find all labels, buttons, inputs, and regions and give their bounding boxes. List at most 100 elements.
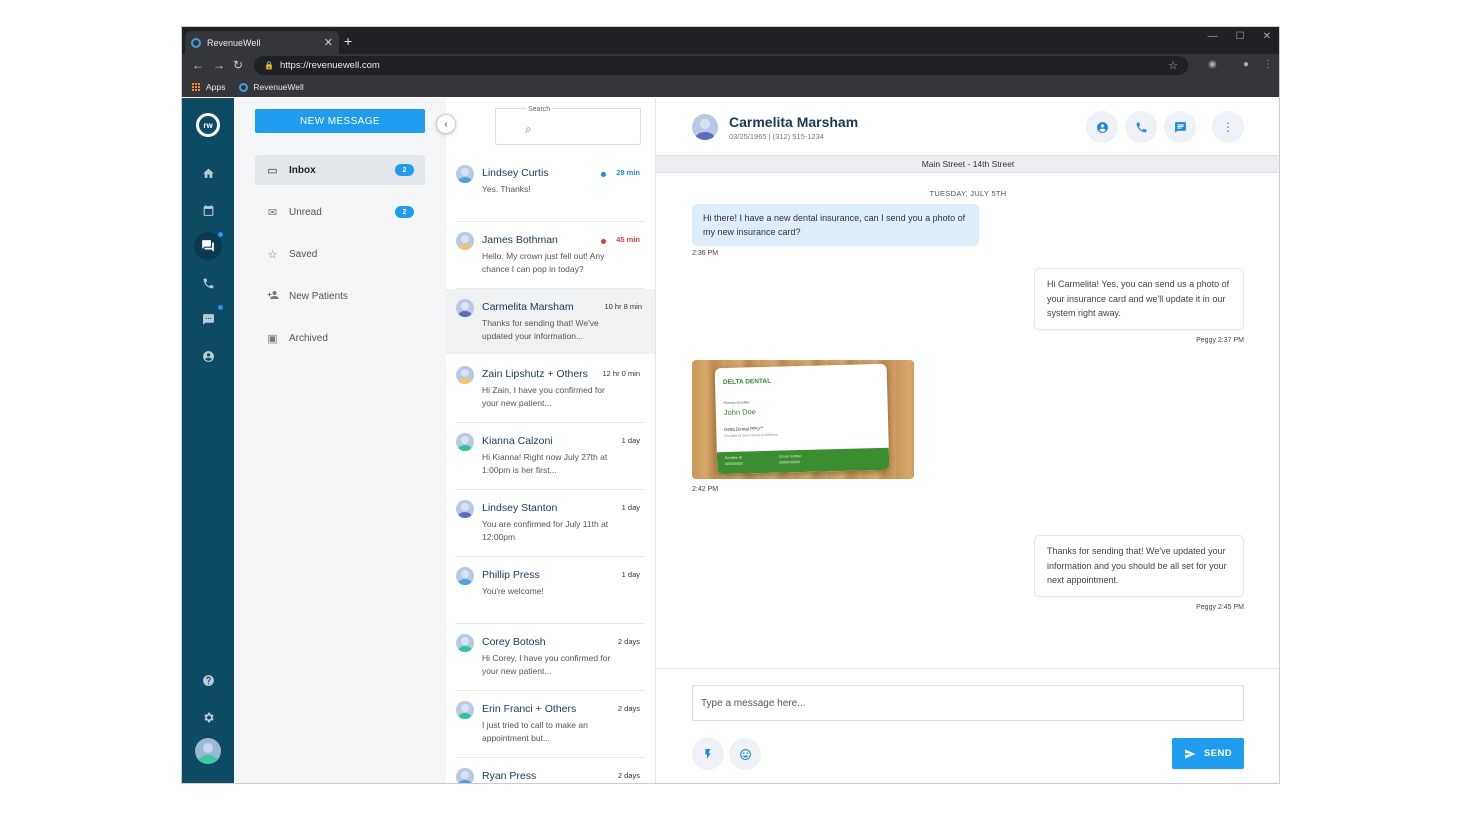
- send-button[interactable]: SEND: [1172, 738, 1244, 769]
- incoming-message: Hi there! I have a new dental insurance,…: [692, 204, 979, 246]
- quick-reply-bolt-icon[interactable]: [692, 738, 724, 770]
- insurance-card-photo[interactable]: DELTA DENTAL Primary Enrollee John Doe D…: [692, 360, 914, 479]
- timestamp: 1 day: [621, 436, 640, 445]
- card-provider: Provided by Delta Dental of California: [724, 432, 778, 439]
- avatar: [456, 768, 474, 783]
- avatar: [456, 634, 474, 652]
- account-icon[interactable]: [196, 344, 220, 368]
- maximize-icon[interactable]: ☐: [1236, 31, 1245, 42]
- list-item[interactable]: Ryan Press 2 days: [456, 758, 644, 783]
- avatar: [456, 433, 474, 451]
- close-tab-icon[interactable]: ✕: [324, 36, 333, 49]
- minimize-icon[interactable]: —: [1208, 31, 1218, 42]
- folder-label: New Patients: [289, 290, 348, 302]
- contact-name: Kianna Calzoni: [482, 435, 553, 447]
- menu-kebab-icon[interactable]: ⋮: [1263, 59, 1273, 70]
- bookmark-apps[interactable]: Apps: [192, 82, 225, 92]
- folder-saved[interactable]: ☆ Saved: [255, 239, 425, 269]
- search-icon: ⌕: [525, 122, 532, 136]
- list-item[interactable]: Kianna Calzoni 1 day Hi Kianna! Right no…: [456, 423, 644, 490]
- profile-icon[interactable]: ●: [1243, 59, 1249, 70]
- folder-label: Saved: [289, 248, 318, 260]
- user-avatar[interactable]: [195, 738, 221, 764]
- sms-icon[interactable]: [196, 307, 220, 331]
- search-field[interactable]: Search ⌕: [495, 106, 641, 145]
- count-badge: 2: [395, 164, 414, 176]
- message-time: 2:42 PM: [692, 486, 719, 493]
- add-person-icon: [266, 289, 279, 304]
- close-window-icon[interactable]: ✕: [1263, 31, 1271, 42]
- folder-archived[interactable]: ▣ Archived: [255, 323, 425, 353]
- avatar: [456, 567, 474, 585]
- gear-icon[interactable]: [196, 705, 220, 729]
- card-brand: DELTA DENTAL: [722, 377, 772, 387]
- composer-divider: [656, 668, 1279, 669]
- reload-icon[interactable]: ↻: [233, 58, 243, 72]
- chat-pane: Carmelita Marsham 03/25/1965 | (312) 515…: [656, 98, 1279, 783]
- archive-icon: ▣: [267, 332, 278, 345]
- timestamp: 2 days: [617, 771, 640, 780]
- message-preview: Thanks for sending that! We've updated y…: [482, 318, 599, 341]
- card-group-label: Group number: [778, 454, 802, 459]
- browser-tab[interactable]: RevenueWell ✕: [185, 31, 339, 54]
- list-item-active[interactable]: Carmelita Marsham 10 hr 8 min Thanks for…: [446, 289, 655, 354]
- rw-logo[interactable]: rw: [196, 113, 220, 137]
- extension-icon[interactable]: ◉: [1208, 59, 1217, 70]
- emoji-icon[interactable]: [729, 738, 761, 770]
- timestamp: 10 hr 8 min: [604, 302, 642, 311]
- timestamp: 2 days: [617, 637, 640, 646]
- browser-window: RevenueWell ✕ + — ☐ ✕ ← → ↻ 🔒 https://re…: [181, 26, 1280, 784]
- insurance-card: DELTA DENTAL Primary Enrollee John Doe D…: [714, 363, 890, 475]
- list-item[interactable]: Lindsey Stanton 1 day You are confirmed …: [456, 490, 644, 557]
- new-message-button[interactable]: NEW MESSAGE: [255, 109, 425, 133]
- outgoing-message: Hi Carmelita! Yes, you can send us a pho…: [1034, 268, 1244, 330]
- folders-pane: NEW MESSAGE ▭ Inbox 2 ✉ Unread 2 ☆ Saved: [234, 98, 446, 783]
- timestamp: 12 hr 0 min: [602, 369, 640, 378]
- contact-name: Lindsey Stanton: [482, 502, 558, 514]
- star-icon: ☆: [267, 248, 278, 261]
- new-tab-button[interactable]: +: [344, 33, 352, 49]
- message-preview: Hi Zain, I have you confirmed for your n…: [482, 385, 605, 408]
- url-field[interactable]: 🔒 https://revenuewell.com ☆: [254, 56, 1188, 75]
- more-options-button[interactable]: ⋮: [1212, 111, 1244, 143]
- list-item[interactable]: Phillip Press 1 day You're welcome!: [456, 557, 644, 624]
- count-badge: 2: [395, 206, 414, 218]
- contact-name: Ryan Press: [482, 770, 537, 782]
- list-item[interactable]: James Bothman 45 min Hello. My crown jus…: [456, 222, 644, 289]
- bookmark-star-icon[interactable]: ☆: [1168, 59, 1178, 72]
- message-preview: You're welcome!: [482, 586, 544, 596]
- message-input[interactable]: [692, 685, 1244, 721]
- call-button[interactable]: [1125, 111, 1157, 143]
- bookmark-revenuewell[interactable]: RevenueWell: [239, 82, 304, 92]
- folder-inbox[interactable]: ▭ Inbox 2: [255, 155, 425, 185]
- folder-unread[interactable]: ✉ Unread 2: [255, 197, 425, 227]
- list-item[interactable]: Zain Lipshutz + Others 12 hr 0 min Hi Za…: [456, 356, 644, 423]
- phone-icon[interactable]: [196, 271, 220, 295]
- status-dot: [601, 239, 606, 244]
- forward-icon[interactable]: →: [213, 58, 225, 72]
- home-icon[interactable]: [196, 161, 220, 185]
- message-preview: I just tried to call to make an appointm…: [482, 720, 588, 743]
- main-panel: NEW MESSAGE ▭ Inbox 2 ✉ Unread 2 ☆ Saved: [234, 98, 1279, 783]
- list-item[interactable]: Corey Botosh 2 days Hi Corey, I have you…: [456, 624, 644, 691]
- patient-avatar[interactable]: [692, 114, 718, 140]
- timestamp: 45 min: [616, 235, 640, 244]
- avatar: [456, 299, 474, 317]
- list-item[interactable]: Lindsey Curtis 28 min Yes. Thanks!: [456, 155, 644, 222]
- chat-header: Carmelita Marsham 03/25/1965 | (312) 515…: [656, 98, 1279, 155]
- folder-new-patients[interactable]: New Patients: [255, 281, 425, 311]
- sms-button[interactable]: [1164, 111, 1196, 143]
- help-icon[interactable]: [196, 668, 220, 692]
- patient-profile-button[interactable]: [1086, 111, 1118, 143]
- contact-name: Lindsey Curtis: [482, 167, 549, 179]
- message-time: Peggy 2:37 PM: [1196, 337, 1244, 344]
- list-item[interactable]: Erin Franci + Others 2 days I just tried…: [456, 691, 644, 758]
- collapse-pane-button[interactable]: ‹: [436, 114, 456, 134]
- contact-name: Erin Franci + Others: [482, 703, 577, 715]
- calendar-icon[interactable]: [196, 198, 220, 222]
- app-root: rw NEW MESSAGE ▭ Inbox 2 ✉ Unread 2 ☆ Sa…: [182, 98, 1279, 783]
- send-icon: [1185, 749, 1196, 758]
- patient-name[interactable]: Carmelita Marsham: [729, 114, 858, 130]
- outgoing-message: Thanks for sending that! We've updated y…: [1034, 535, 1244, 597]
- back-icon[interactable]: ←: [192, 58, 204, 72]
